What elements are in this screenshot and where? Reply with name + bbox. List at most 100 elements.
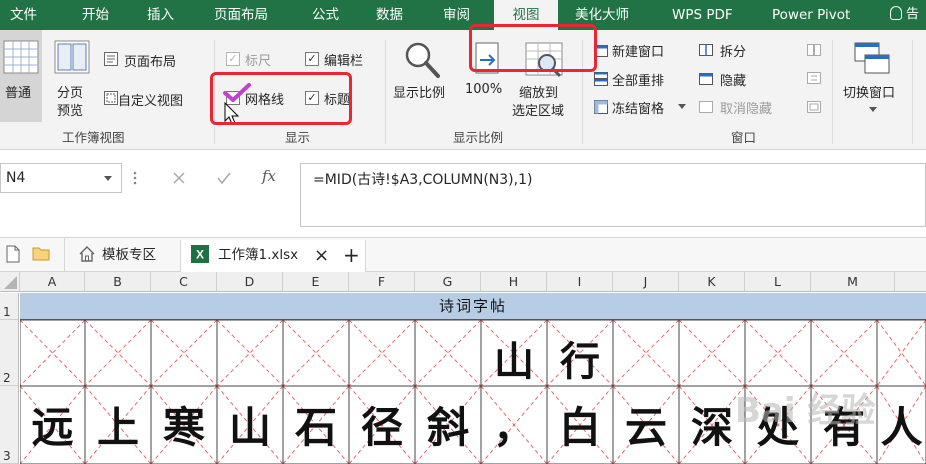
column-header-partial[interactable] <box>895 272 926 292</box>
column-header[interactable]: C <box>151 272 217 292</box>
calligraphy-character: 斜 <box>426 403 469 452</box>
watermark-text: Bai 经验 <box>735 391 876 431</box>
calligraphy-character: 径 <box>360 403 403 452</box>
column-header[interactable]: J <box>613 272 679 292</box>
name-box-value: N4 <box>6 170 26 186</box>
split-button[interactable]: 拆分 <box>720 41 746 60</box>
column-header[interactable]: G <box>415 272 481 292</box>
home-icon <box>79 246 95 262</box>
page-break-preview-label-1[interactable]: 分页 <box>57 82 83 101</box>
column-header[interactable]: I <box>547 272 613 292</box>
tab-review[interactable]: 审阅 <box>443 0 470 30</box>
folder-icon[interactable] <box>32 246 50 261</box>
select-all-icon <box>4 276 17 289</box>
formula-bar-label: 编辑栏 <box>324 54 364 69</box>
unhide-icon <box>699 101 713 113</box>
cancel-icon[interactable] <box>172 171 186 185</box>
resize-handle-icon[interactable] <box>132 170 138 186</box>
tab-template-zone[interactable]: 模板专区 <box>102 243 156 268</box>
normal-view-icon <box>3 40 39 74</box>
calligraphy-character: 白 <box>558 403 601 452</box>
sheet-title-cell[interactable]: 诗词字帖 <box>20 293 926 320</box>
page-layout-icon <box>104 52 118 66</box>
tab-insert[interactable]: 插入 <box>147 0 174 30</box>
ruler-checkbox[interactable]: ✓ <box>226 52 240 66</box>
zoom-100-button[interactable]: 100% <box>465 82 502 97</box>
page-break-preview-icon <box>54 40 90 74</box>
row-number: 1 <box>3 305 11 319</box>
column-header[interactable]: F <box>349 272 415 292</box>
zoom-selection-label-2[interactable]: 选定区域 <box>512 100 564 119</box>
tab-workbook[interactable]: 工作簿1.xlsx <box>218 243 298 268</box>
reset-window-position-icon[interactable] <box>806 99 822 115</box>
worksheet-grid[interactable]: 诗词字帖 山行远上寒山石径斜，白云深处有人 <box>20 293 926 464</box>
column-header[interactable]: A <box>20 272 85 292</box>
custom-views-icon <box>104 91 118 105</box>
chevron-down-icon[interactable] <box>103 164 113 192</box>
close-tab-icon[interactable]: × <box>314 243 329 268</box>
column-header[interactable]: K <box>679 272 745 292</box>
calligraphy-character: 寒 <box>162 403 205 452</box>
view-side-by-side-icon[interactable] <box>806 42 822 58</box>
name-box[interactable]: N4 <box>0 163 122 193</box>
tell-me-label: 告 <box>906 7 920 22</box>
ruler-label: 标尺 <box>245 54 272 69</box>
tab-home[interactable]: 开始 <box>82 0 109 30</box>
chevron-down-icon <box>869 107 877 112</box>
tab-page-layout[interactable]: 页面布局 <box>214 0 268 30</box>
column-header[interactable]: D <box>217 272 283 292</box>
new-window-button[interactable]: 新建窗口 <box>612 41 664 60</box>
column-header[interactable]: B <box>85 272 151 292</box>
add-tab-icon[interactable]: + <box>343 243 360 268</box>
grid-line <box>876 320 926 387</box>
zoom-button[interactable]: 显示比例 <box>393 82 445 101</box>
insert-function-button[interactable]: fx <box>262 167 276 185</box>
row-header[interactable]: 3 <box>0 386 19 464</box>
separator <box>832 40 833 144</box>
svg-text:X: X <box>196 248 204 262</box>
custom-views-button[interactable]: 自定义视图 <box>118 90 183 109</box>
arrange-all-icon <box>594 72 608 86</box>
row-header[interactable]: 1 <box>0 293 19 320</box>
page-layout-button[interactable]: 页面布局 <box>124 51 176 70</box>
show-group-label: 显示 <box>285 130 311 145</box>
row-header[interactable]: 2 <box>0 320 19 386</box>
unhide-button[interactable]: 取消隐藏 <box>720 98 772 117</box>
calligraphy-character: 上 <box>96 403 139 452</box>
separator <box>64 238 65 272</box>
tab-formulas[interactable]: 公式 <box>312 0 339 30</box>
show-group-highlight <box>210 72 352 125</box>
tab-wps-pdf[interactable]: WPS PDF <box>672 0 733 30</box>
freeze-panes-icon <box>594 100 608 114</box>
new-document-icon[interactable] <box>6 245 20 263</box>
calligraphy-character: 石 <box>294 403 337 452</box>
split-icon <box>699 44 713 56</box>
column-header[interactable]: H <box>481 272 547 292</box>
column-header[interactable]: L <box>745 272 811 292</box>
view-tab-highlight <box>469 24 597 72</box>
column-header[interactable]: E <box>283 272 349 292</box>
row-number: 2 <box>3 371 11 385</box>
hide-button[interactable]: 隐藏 <box>720 70 746 89</box>
tab-power-pivot[interactable]: Power Pivot <box>772 0 850 30</box>
zoom-group-label: 显示比例 <box>453 130 504 145</box>
zoom-selection-label-1[interactable]: 缩放到 <box>519 82 558 101</box>
formula-bar-buttons: fx <box>152 163 298 193</box>
tell-me-search[interactable]: 告 <box>890 0 919 30</box>
calligraphy-character: 山 <box>228 403 271 452</box>
tab-data[interactable]: 数据 <box>376 0 403 30</box>
ribbon-tab-bar: 文件 开始 插入 页面布局 公式 数据 审阅 视图 美化大师 WPS PDF P… <box>0 0 926 30</box>
tab-file[interactable]: 文件 <box>10 0 37 30</box>
page-break-preview-label-2[interactable]: 预览 <box>57 100 83 119</box>
column-header[interactable]: M <box>811 272 895 292</box>
select-all-corner[interactable] <box>0 272 20 292</box>
switch-windows-button[interactable]: 切换窗口 <box>843 82 895 101</box>
hide-icon <box>699 73 713 85</box>
arrange-all-button[interactable]: 全部重排 <box>612 70 664 89</box>
formula-input[interactable]: =MID(古诗!$A3,COLUMN(N3),1) <box>300 163 926 227</box>
enter-check-icon[interactable] <box>216 171 232 185</box>
freeze-panes-button[interactable]: 冻结窗格 <box>612 98 664 117</box>
synchronous-scrolling-icon[interactable] <box>806 70 822 86</box>
formula-bar-checkbox[interactable]: ✓ <box>305 52 319 66</box>
chevron-down-icon <box>678 104 686 109</box>
